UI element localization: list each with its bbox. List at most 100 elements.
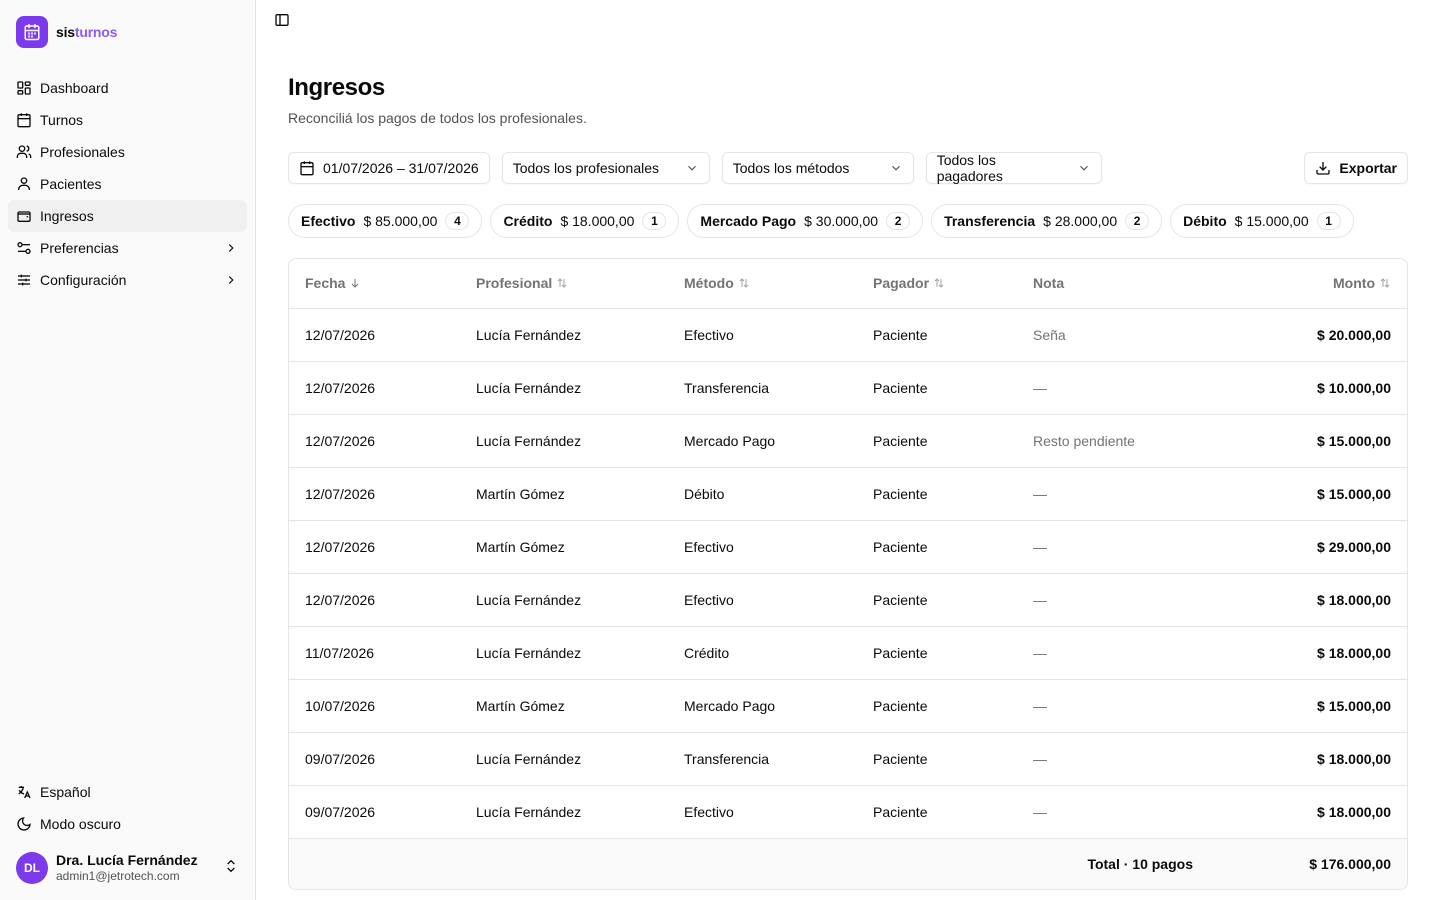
user-email: admin1@jetrotech.com <box>56 869 180 884</box>
summary-chip-efectivo[interactable]: Efectivo $ 85.000,00 4 <box>288 204 483 238</box>
export-label: Exportar <box>1339 160 1397 176</box>
column-header-label: Profesional <box>476 274 553 291</box>
dark-mode-toggle[interactable]: Modo oscuro <box>8 808 247 840</box>
cell-method: Débito <box>668 467 857 521</box>
table-row[interactable]: 09/07/2026 Lucía Fernández Transferencia… <box>289 732 1407 786</box>
cell-date: 12/07/2026 <box>289 361 460 415</box>
brand-name-part2: turnos <box>74 24 118 40</box>
user-info: Dra. Lucía Fernández admin1@jetrotech.co… <box>56 852 215 883</box>
table-row[interactable]: 12/07/2026 Lucía Fernández Mercado Pago … <box>289 414 1407 468</box>
cell-payer: Paciente <box>857 573 1017 627</box>
table-row[interactable]: 12/07/2026 Lucía Fernández Transferencia… <box>289 361 1407 415</box>
cell-professional: Martín Gómez <box>460 520 668 574</box>
sidebar-footer: Español Modo oscuro DL Dra. Lucía Fernán… <box>8 776 247 892</box>
table-row[interactable]: 12/07/2026 Lucía Fernández Efectivo Paci… <box>289 573 1407 627</box>
sidebar-item-dashboard[interactable]: Dashboard <box>8 72 247 104</box>
toggles-icon <box>16 240 32 256</box>
table-row[interactable]: 12/07/2026 Martín Gómez Débito Paciente … <box>289 467 1407 521</box>
sidebar-toggle-icon[interactable] <box>274 12 290 28</box>
cell-note: Seña <box>1017 308 1209 362</box>
summary-chip-amount: $ 18.000,00 <box>560 213 635 229</box>
brand-name-part1: sis <box>56 24 75 40</box>
cell-professional: Lucía Fernández <box>460 785 668 839</box>
summary-chip-debito[interactable]: Débito $ 15.000,00 1 <box>1170 204 1354 238</box>
sort-icon <box>738 276 750 292</box>
chevron-right-icon <box>223 272 239 288</box>
user-menu[interactable]: DL Dra. Lucía Fernández admin1@jetrotech… <box>8 844 247 892</box>
payer-select[interactable]: Todos los pagadores <box>925 152 1102 184</box>
summary-chip-credito[interactable]: Crédito $ 18.000,00 1 <box>490 204 680 238</box>
user-name: Dra. Lucía Fernández <box>56 852 198 869</box>
cell-note: — <box>1017 361 1209 415</box>
summary-chip-count: 2 <box>1125 212 1150 230</box>
column-header-label: Pagador <box>873 274 930 291</box>
cell-payer: Paciente <box>857 308 1017 362</box>
summary-chip-amount: $ 15.000,00 <box>1234 213 1309 229</box>
table-row[interactable]: 10/07/2026 Martín Gómez Mercado Pago Pac… <box>289 679 1407 733</box>
column-header-pagador[interactable]: Pagador <box>857 259 1017 309</box>
sidebar-item-pacientes[interactable]: Pacientes <box>8 168 247 200</box>
cell-date: 12/07/2026 <box>289 308 460 362</box>
cell-professional: Lucía Fernández <box>460 414 668 468</box>
table-row[interactable]: 09/07/2026 Lucía Fernández Efectivo Paci… <box>289 785 1407 839</box>
cell-method: Efectivo <box>668 308 857 362</box>
column-header-label: Monto <box>1333 274 1375 291</box>
cell-method: Efectivo <box>668 785 857 839</box>
summary-chip-amount: $ 85.000,00 <box>363 213 438 229</box>
table-header-row: Fecha Profesional Método Pagador Nota Mo… <box>289 259 1407 309</box>
export-button[interactable]: Exportar <box>1304 152 1408 184</box>
sidebar-item-preferencias[interactable]: Preferencias <box>8 232 247 264</box>
cell-amount: $ 20.000,00 <box>1209 308 1407 362</box>
column-header-monto[interactable]: Monto <box>1209 259 1407 309</box>
cell-payer: Paciente <box>857 679 1017 733</box>
avatar: DL <box>16 852 48 884</box>
cell-payer: Paciente <box>857 414 1017 468</box>
column-header-nota: Nota <box>1017 259 1209 309</box>
table-row[interactable]: 11/07/2026 Lucía Fernández Crédito Pacie… <box>289 626 1407 680</box>
sidebar-item-ingresos[interactable]: Ingresos <box>8 200 247 232</box>
cell-amount: $ 15.000,00 <box>1209 467 1407 521</box>
cell-professional: Lucía Fernández <box>460 573 668 627</box>
professional-select[interactable]: Todos los profesionales <box>501 152 710 184</box>
cell-date: 09/07/2026 <box>289 785 460 839</box>
column-header-metodo[interactable]: Método <box>668 259 857 309</box>
cell-amount: $ 18.000,00 <box>1209 626 1407 680</box>
cell-amount: $ 18.000,00 <box>1209 573 1407 627</box>
column-header-label: Método <box>684 274 734 291</box>
column-header-label: Fecha <box>305 274 346 291</box>
summary-chip-count: 4 <box>445 212 470 230</box>
table-row[interactable]: 12/07/2026 Martín Gómez Efectivo Pacient… <box>289 520 1407 574</box>
cell-note: — <box>1017 467 1209 521</box>
sidebar-item-label: Profesionales <box>40 144 125 160</box>
chevron-right-icon <box>223 240 239 256</box>
main-content: Ingresos Reconciliá los pagos de todos l… <box>256 0 1440 900</box>
cell-method: Transferencia <box>668 732 857 786</box>
method-select[interactable]: Todos los métodos <box>721 152 914 184</box>
summary-chip-transferencia[interactable]: Transferencia $ 28.000,00 2 <box>931 204 1163 238</box>
sidebar: sisturnos Dashboard Turnos Profesionales… <box>0 0 256 900</box>
sidebar-item-configuracion[interactable]: Configuración <box>8 264 247 296</box>
dark-mode-label: Modo oscuro <box>40 816 121 832</box>
cell-date: 11/07/2026 <box>289 626 460 680</box>
total-label: Total · 10 pagos <box>289 838 1209 889</box>
cell-note: — <box>1017 785 1209 839</box>
language-selector[interactable]: Español <box>8 776 247 808</box>
summary-chip-count: 1 <box>642 212 667 230</box>
brand[interactable]: sisturnos <box>16 16 117 48</box>
column-header-profesional[interactable]: Profesional <box>460 259 668 309</box>
sidebar-item-profesionales[interactable]: Profesionales <box>8 136 247 168</box>
cell-payer: Paciente <box>857 361 1017 415</box>
cell-amount: $ 18.000,00 <box>1209 785 1407 839</box>
summary-chip-mercado-pago[interactable]: Mercado Pago $ 30.000,00 2 <box>687 204 924 238</box>
column-header-fecha[interactable]: Fecha <box>289 259 460 309</box>
cell-amount: $ 15.000,00 <box>1209 414 1407 468</box>
users-icon <box>16 144 32 160</box>
table-total-row: Total · 10 pagos $ 176.000,00 <box>289 838 1407 889</box>
sidebar-item-turnos[interactable]: Turnos <box>8 104 247 136</box>
download-icon <box>1315 160 1331 176</box>
date-range-picker[interactable]: 01/07/2026 – 31/07/2026 <box>288 152 490 184</box>
table-row[interactable]: 12/07/2026 Lucía Fernández Efectivo Paci… <box>289 308 1407 362</box>
sidebar-item-label: Configuración <box>40 272 127 288</box>
payments-table: Fecha Profesional Método Pagador Nota Mo… <box>288 258 1408 890</box>
cell-date: 12/07/2026 <box>289 573 460 627</box>
